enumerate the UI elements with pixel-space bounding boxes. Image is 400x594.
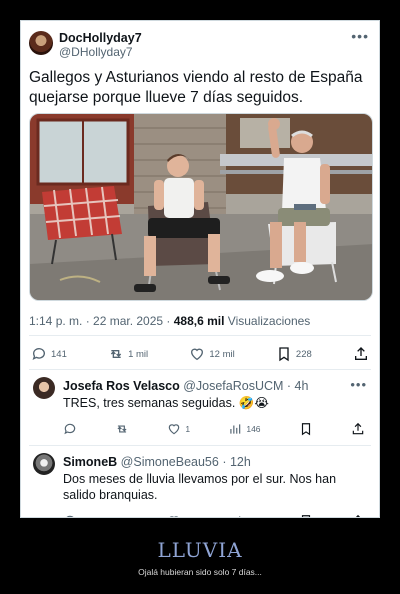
retweet-icon — [117, 425, 127, 433]
views-button[interactable]: 146 — [228, 422, 261, 436]
bookmark-icon — [279, 347, 289, 362]
share-button[interactable] — [351, 422, 365, 436]
views-label: Visualizaciones — [227, 314, 311, 328]
view-count: 488,6 mil — [173, 314, 225, 328]
bookmark-button[interactable]: 228 — [276, 346, 312, 362]
view-count: 146 — [246, 424, 261, 434]
views-button[interactable]: 472 — [228, 514, 261, 517]
reply-header: Josefa Ros Velasco @JosefaRosUCM · 4h — [63, 379, 308, 393]
reply-handle[interactable]: @JosefaRosUCM · 4h — [183, 379, 308, 393]
retweet-button[interactable] — [115, 422, 129, 436]
more-icon[interactable]: ••• — [351, 29, 369, 43]
share-button[interactable] — [353, 346, 369, 362]
reply-button[interactable] — [63, 422, 77, 436]
reply-header: SimoneB @SimoneBeau56 · 12h — [63, 455, 251, 469]
share-icon — [352, 422, 364, 435]
reply-text: Dos meses de lluvia llevamos por el sur.… — [63, 472, 337, 502]
heart-icon — [170, 516, 179, 517]
retweet-icon — [110, 350, 122, 358]
reply-display-name[interactable]: Josefa Ros Velasco — [63, 379, 180, 393]
like-count: 1 — [185, 424, 191, 434]
timestamp[interactable]: 1:14 p. m. · 22 mar. 2025 · — [29, 314, 170, 328]
heart-icon — [169, 424, 180, 435]
tweet-actions: 141 1 mil 12 mil 228 — [31, 345, 369, 363]
caption-title: LLUVIA — [157, 538, 243, 562]
bar-chart-icon — [230, 424, 241, 434]
like-count: 12 mil — [209, 348, 235, 360]
bookmark-count: 228 — [295, 348, 312, 360]
reply-item[interactable]: SimoneB @SimoneBeau56 · 12h Dos meses de… — [29, 453, 371, 518]
bookmark-button[interactable] — [299, 514, 313, 517]
reply-actions: 2 472 — [63, 513, 365, 518]
retweet-button[interactable] — [115, 514, 129, 518]
bookmark-icon — [301, 515, 310, 517]
reply-text: TRES, tres semanas seguidas. 🤣😭 — [63, 396, 269, 410]
like-button[interactable]: 1 — [167, 422, 190, 436]
share-icon — [355, 514, 361, 517]
tweet-photo[interactable] — [29, 113, 373, 301]
reply-item[interactable]: Josefa Ros Velasco @JosefaRosUCM · 4h ••… — [29, 377, 371, 439]
avatar[interactable] — [33, 377, 55, 399]
reply-icon — [66, 515, 74, 517]
reply-display-name[interactable]: SimoneB — [63, 455, 117, 469]
reply-button[interactable] — [63, 514, 77, 517]
like-button[interactable]: 2 — [167, 514, 190, 517]
retweet-button[interactable]: 1 mil — [108, 346, 148, 362]
divider — [29, 445, 371, 446]
reply-icon — [64, 423, 76, 435]
display-name[interactable]: DocHollyday7 — [59, 31, 142, 45]
avatar[interactable] — [29, 31, 53, 55]
share-button[interactable] — [351, 514, 365, 517]
reply-handle[interactable]: @SimoneBeau56 · 12h — [121, 455, 251, 469]
tweet-meta: 1:14 p. m. · 22 mar. 2025 · 488,6 mil Vi… — [29, 314, 310, 328]
user-handle[interactable]: @DHollyday7 — [59, 45, 133, 59]
tweet-card: DocHollyday7 @DHollyday7 ••• Gallegos y … — [20, 20, 380, 518]
reply-actions: 1 146 — [63, 421, 365, 437]
like-button[interactable]: 12 mil — [189, 346, 235, 362]
tweet-text: Gallegos y Asturianos viendo al resto de… — [29, 69, 363, 106]
view-count: 472 — [246, 516, 260, 517]
photo-image — [30, 114, 372, 300]
caption-subtitle: Ojalá hubieran sido solo 7 días... — [138, 567, 262, 577]
reply-count: 141 — [51, 348, 67, 360]
more-icon[interactable]: ••• — [350, 377, 367, 392]
heart-icon — [191, 348, 204, 361]
retweet-count: 1 mil — [128, 348, 149, 360]
bar-chart-icon — [239, 516, 241, 517]
retweet-icon — [115, 514, 129, 518]
like-count: 2 — [185, 516, 190, 517]
divider — [29, 335, 371, 336]
tweet-header: DocHollyday7 @DHollyday7 ••• — [29, 29, 371, 61]
divider — [29, 369, 371, 370]
bookmark-button[interactable] — [299, 422, 313, 436]
bookmark-icon — [301, 423, 310, 436]
reply-icon — [32, 348, 45, 360]
reply-button[interactable]: 141 — [31, 346, 67, 362]
avatar[interactable] — [33, 453, 55, 475]
share-icon — [355, 347, 367, 360]
